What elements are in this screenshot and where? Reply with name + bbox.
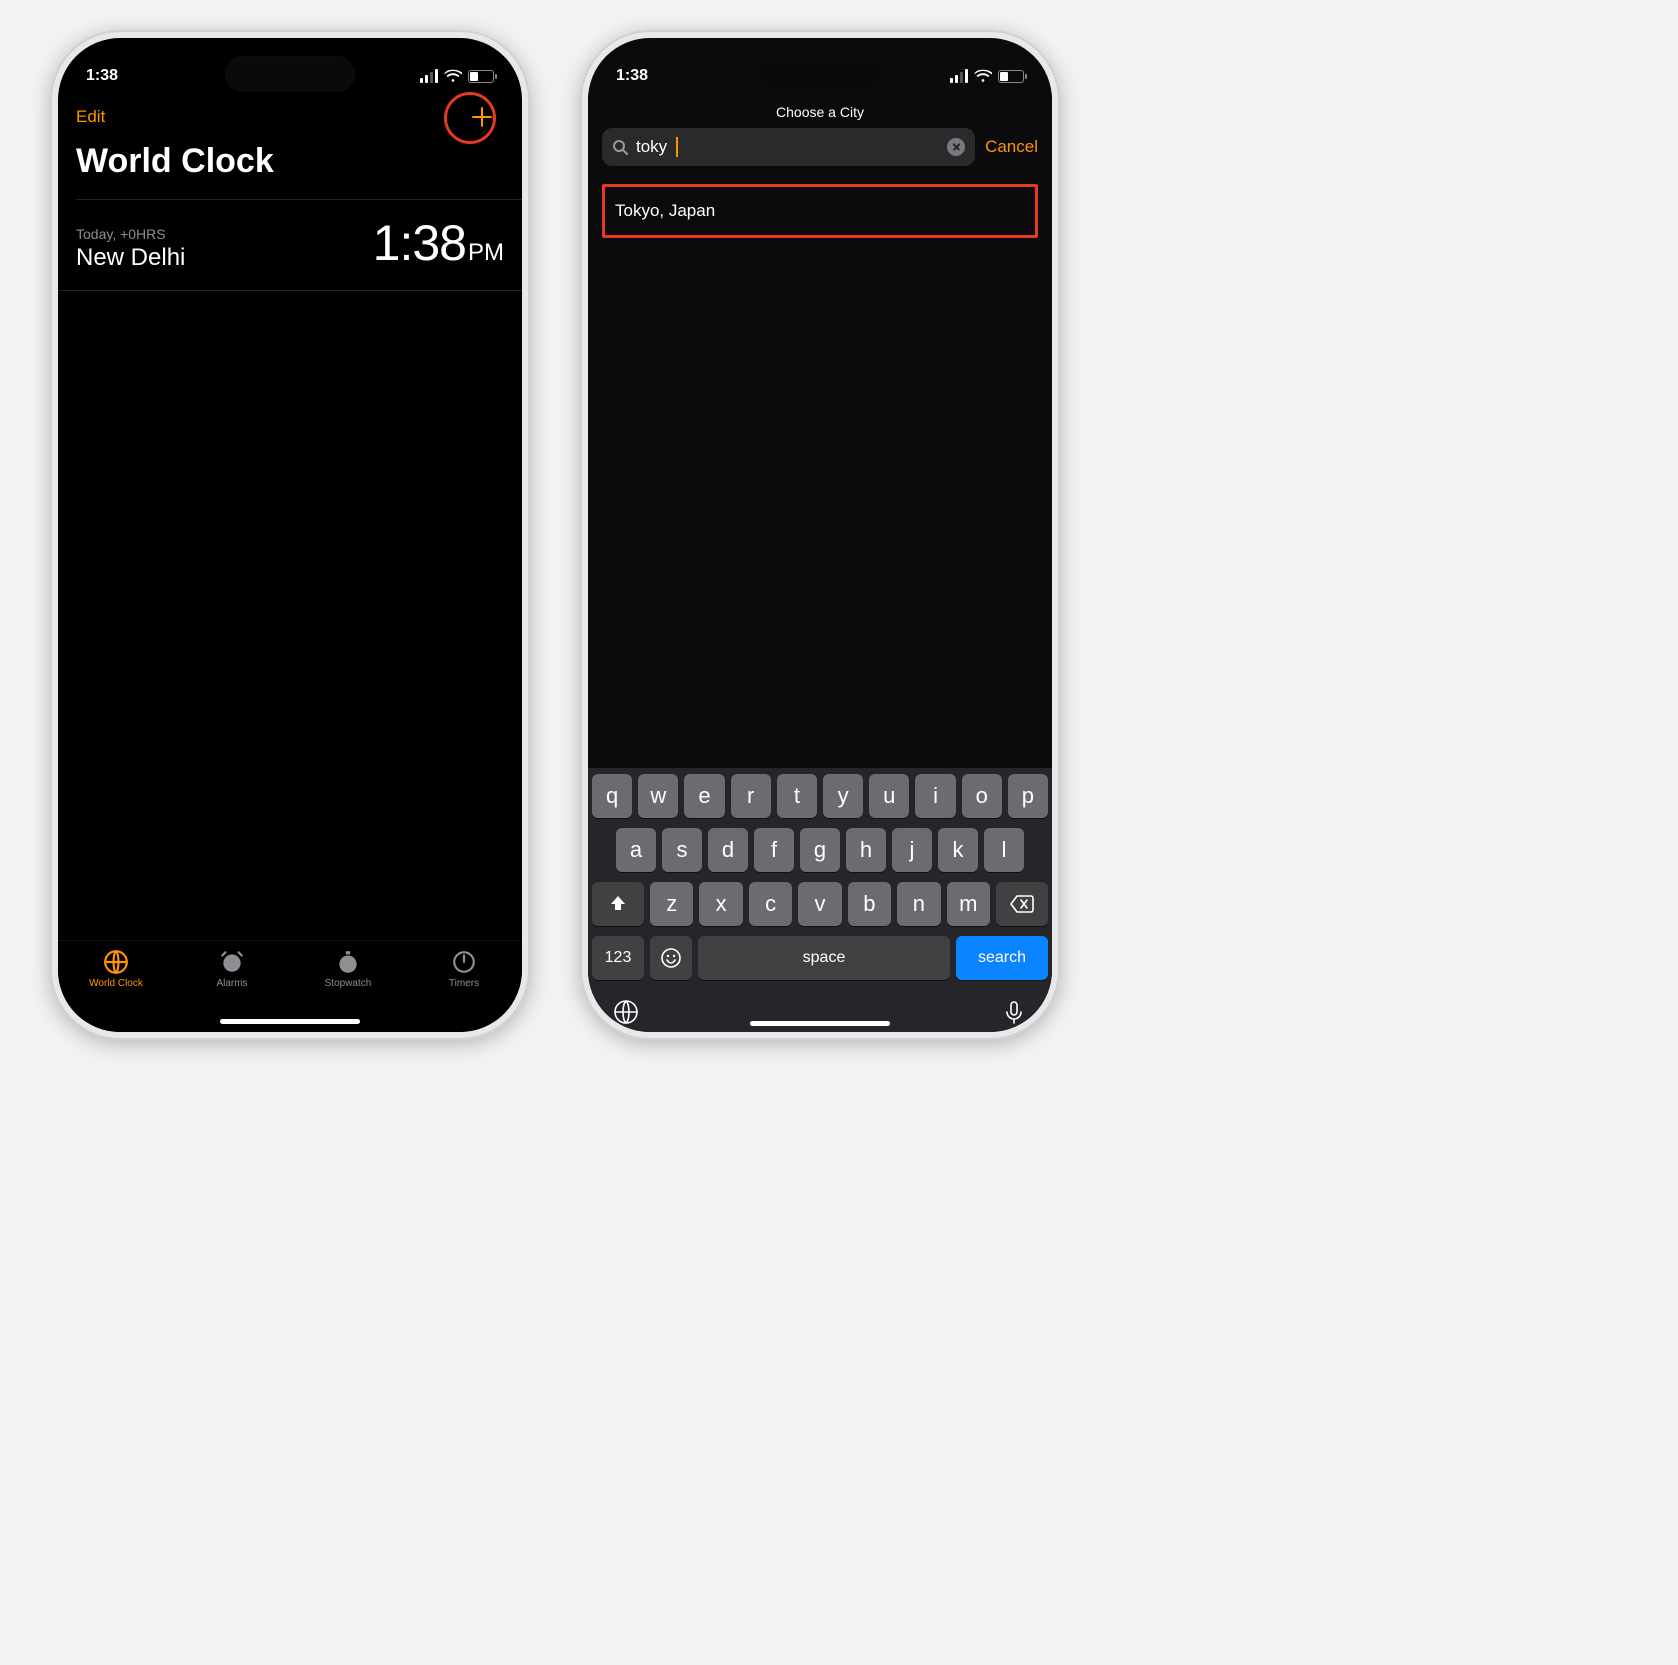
globe-icon [103, 949, 129, 975]
modal-title: Choose a City [588, 94, 1052, 128]
phone-world-clock: 1:38 Edit World Clock Today, +0HRS New D… [50, 30, 530, 1040]
search-result-tokyo[interactable]: Tokyo, Japan [602, 184, 1038, 238]
key-emoji[interactable] [650, 936, 692, 980]
plus-icon [471, 106, 493, 128]
cellular-icon [420, 69, 438, 83]
cellular-icon [950, 69, 968, 83]
key-z[interactable]: z [650, 882, 693, 926]
key-s[interactable]: s [662, 828, 702, 872]
key-d[interactable]: d [708, 828, 748, 872]
tab-label: Stopwatch [325, 978, 372, 989]
key-b[interactable]: b [848, 882, 891, 926]
key-f[interactable]: f [754, 828, 794, 872]
phone-screen: 1:38 Edit World Clock Today, +0HRS New D… [58, 38, 522, 1032]
status-time: 1:38 [616, 67, 648, 85]
tab-label: World Clock [89, 978, 143, 989]
key-h[interactable]: h [846, 828, 886, 872]
city-time-value: 1:38 [373, 214, 466, 272]
phone-choose-city: 1:38 Choose a City toky Cancel Tokyo, Ja… [580, 30, 1060, 1040]
city-row-new-delhi[interactable]: Today, +0HRS New Delhi 1:38 PM [58, 200, 522, 291]
key-123[interactable]: 123 [592, 936, 644, 980]
phone-screen: 1:38 Choose a City toky Cancel Tokyo, Ja… [588, 38, 1052, 1032]
key-x[interactable]: x [699, 882, 742, 926]
key-shift[interactable] [592, 882, 644, 926]
stopwatch-icon [335, 949, 361, 975]
home-indicator[interactable] [750, 1021, 890, 1026]
battery-icon [998, 70, 1024, 83]
shift-icon [608, 894, 628, 914]
key-delete[interactable] [996, 882, 1048, 926]
key-r[interactable]: r [731, 774, 771, 818]
wifi-icon [444, 69, 462, 83]
key-i[interactable]: i [915, 774, 955, 818]
status-time: 1:38 [86, 67, 118, 85]
clear-search-button[interactable] [947, 138, 965, 156]
key-l[interactable]: l [984, 828, 1024, 872]
page-title: World Clock [76, 142, 504, 181]
search-icon [612, 139, 628, 155]
add-city-button[interactable] [460, 95, 504, 139]
search-input[interactable]: toky [602, 128, 975, 166]
key-n[interactable]: n [897, 882, 940, 926]
key-e[interactable]: e [684, 774, 724, 818]
battery-icon [468, 70, 494, 83]
search-value: toky [636, 137, 667, 157]
city-offset-label: Today, +0HRS [76, 226, 185, 242]
timer-icon [451, 949, 477, 975]
keyboard: qwertyuiop asdfghjkl zxcvbnm 123 [588, 768, 1052, 1032]
tab-label: Timers [449, 978, 479, 989]
tab-bar: World Clock Alarms Stopwatch Timers [58, 940, 522, 1032]
city-time: 1:38 PM [373, 214, 504, 272]
world-clock-header: Edit World Clock [58, 94, 522, 193]
dynamic-island [755, 56, 885, 92]
key-c[interactable]: c [749, 882, 792, 926]
globe-keyboard-icon[interactable] [612, 998, 640, 1026]
tab-timers[interactable]: Timers [406, 949, 522, 989]
emoji-icon [660, 947, 682, 969]
edit-button[interactable]: Edit [76, 107, 105, 127]
city-name-label: New Delhi [76, 244, 185, 272]
text-cursor [676, 137, 678, 157]
wifi-icon [974, 69, 992, 83]
mic-icon[interactable] [1000, 998, 1028, 1026]
key-g[interactable]: g [800, 828, 840, 872]
delete-icon [1010, 895, 1034, 913]
alarm-icon [219, 949, 245, 975]
key-p[interactable]: p [1008, 774, 1048, 818]
key-o[interactable]: o [962, 774, 1002, 818]
key-m[interactable]: m [947, 882, 990, 926]
key-space[interactable]: space [698, 936, 950, 980]
key-k[interactable]: k [938, 828, 978, 872]
key-v[interactable]: v [798, 882, 841, 926]
tab-world-clock[interactable]: World Clock [58, 949, 174, 989]
key-y[interactable]: y [823, 774, 863, 818]
key-w[interactable]: w [638, 774, 678, 818]
key-j[interactable]: j [892, 828, 932, 872]
key-u[interactable]: u [869, 774, 909, 818]
tab-label: Alarms [216, 978, 247, 989]
city-time-ampm: PM [468, 239, 504, 267]
key-search[interactable]: search [956, 936, 1048, 980]
tab-alarms[interactable]: Alarms [174, 949, 290, 989]
dynamic-island [225, 56, 355, 92]
home-indicator[interactable] [220, 1019, 360, 1024]
key-q[interactable]: q [592, 774, 632, 818]
key-a[interactable]: a [616, 828, 656, 872]
cancel-button[interactable]: Cancel [985, 137, 1038, 157]
tab-stopwatch[interactable]: Stopwatch [290, 949, 406, 989]
key-t[interactable]: t [777, 774, 817, 818]
